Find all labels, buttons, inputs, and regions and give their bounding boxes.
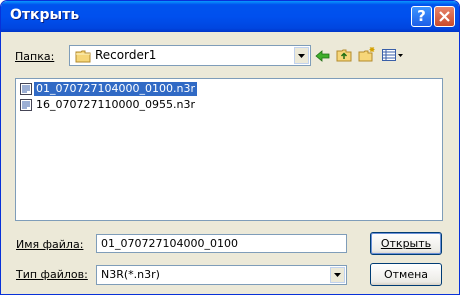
folder-icon xyxy=(75,50,91,63)
open-button[interactable]: Открыть xyxy=(370,232,442,255)
help-icon: ? xyxy=(417,7,426,25)
filename-value: 01_070727104000_0100 xyxy=(101,237,238,250)
open-dialog: Открыть ? Папка: Recorder1 01_0707271040… xyxy=(0,0,460,295)
filetype-value: N3R(*.n3r) xyxy=(101,268,160,281)
filetype-label: Тип файлов: xyxy=(16,268,88,281)
back-arrow-icon[interactable] xyxy=(314,48,332,64)
close-button[interactable] xyxy=(434,6,455,27)
chevron-down-icon xyxy=(334,273,341,277)
help-button[interactable]: ? xyxy=(411,6,432,27)
title-bar[interactable]: Открыть ? xyxy=(1,1,459,32)
cancel-button[interactable]: Отмена xyxy=(370,263,442,286)
filetype-label-text: Тип файлов: xyxy=(16,268,88,281)
file-name: 01_070727104000_0100.n3r xyxy=(34,82,197,96)
lookin-label-text: Папка: xyxy=(15,50,55,63)
filetype-combo[interactable]: N3R(*.n3r) xyxy=(96,265,347,285)
chevron-down-icon xyxy=(298,53,305,58)
file-item-1[interactable]: 01_070727104000_0100.n3r xyxy=(20,82,197,96)
filetype-dropdown-button[interactable] xyxy=(330,267,345,283)
lookin-dropdown-button[interactable] xyxy=(294,47,309,64)
filename-label: Имя файла: xyxy=(16,238,83,251)
open-button-label: Открыть xyxy=(380,237,432,250)
cancel-button-label: Отмена xyxy=(383,268,429,281)
file-name: 16_070727110000_0955.n3r xyxy=(36,98,195,111)
up-folder-icon[interactable] xyxy=(335,47,353,63)
lookin-value: Recorder1 xyxy=(95,48,157,62)
file-icon xyxy=(20,83,32,95)
file-icon xyxy=(20,99,32,111)
lookin-label: Папка: xyxy=(15,50,54,63)
filename-input[interactable]: 01_070727104000_0100 xyxy=(96,234,347,253)
close-icon xyxy=(439,11,450,22)
filename-label-text: Имя файла: xyxy=(16,238,84,251)
view-menu-icon[interactable] xyxy=(381,47,405,63)
file-item-2[interactable]: 16_070727110000_0955.n3r xyxy=(20,98,197,112)
dialog-title: Открыть xyxy=(10,7,80,23)
new-folder-icon[interactable] xyxy=(358,46,376,62)
lookin-combo[interactable]: Recorder1 xyxy=(69,45,311,66)
file-list[interactable]: 01_070727104000_0100.n3r 16_070727110000… xyxy=(15,78,443,221)
